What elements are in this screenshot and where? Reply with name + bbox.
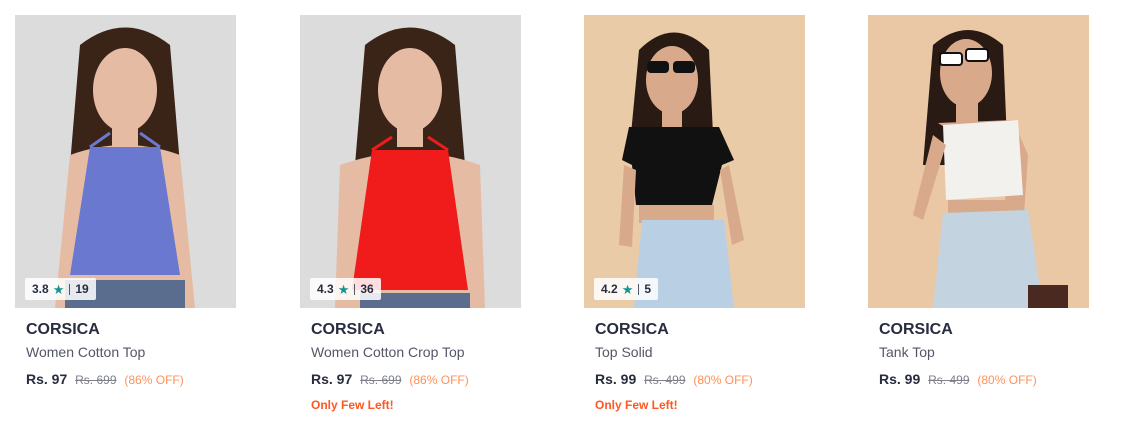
product-photo xyxy=(584,15,805,308)
product-name[interactable]: Women Cotton Crop Top xyxy=(311,343,510,361)
rating-value: 4.2 xyxy=(601,282,618,296)
stock-warning: Only Few Left! xyxy=(311,398,394,412)
discount-label: (80% OFF) xyxy=(693,373,753,387)
product-brand[interactable]: CORSICA xyxy=(879,320,1078,340)
product-photo xyxy=(15,15,236,308)
current-price: Rs. 97 xyxy=(311,371,353,387)
product-card[interactable]: 4.3 ★ 36 CORSICA Women Cotton Crop Top R… xyxy=(300,15,521,413)
original-price: Rs. 699 xyxy=(360,373,402,387)
current-price: Rs. 99 xyxy=(595,371,637,387)
star-icon: ★ xyxy=(52,281,65,297)
current-price: Rs. 97 xyxy=(26,371,68,387)
product-image[interactable]: 3.8 ★ 19 xyxy=(15,15,236,308)
rating-count: 5 xyxy=(644,282,652,296)
product-card[interactable]: 3.8 ★ 19 CORSICA Women Cotton Top Rs. 97… xyxy=(15,15,236,389)
rating-value: 3.8 xyxy=(32,282,49,296)
discount-label: (80% OFF) xyxy=(977,373,1037,387)
original-price: Rs. 699 xyxy=(75,373,117,387)
product-price: Rs. 97 Rs. 699 (86% OFF) xyxy=(311,370,510,389)
product-price: Rs. 97 Rs. 699 (86% OFF) xyxy=(26,370,225,389)
discount-label: (86% OFF) xyxy=(409,373,469,387)
discount-label: (86% OFF) xyxy=(124,373,184,387)
product-info: CORSICA Women Cotton Crop Top Rs. 97 Rs.… xyxy=(300,320,521,413)
original-price: Rs. 499 xyxy=(644,373,686,387)
product-image[interactable]: 4.3 ★ 36 xyxy=(300,15,521,308)
product-price: Rs. 99 Rs. 499 (80% OFF) xyxy=(879,370,1078,389)
product-photo xyxy=(868,15,1089,308)
star-icon: ★ xyxy=(621,281,634,297)
product-photo xyxy=(300,15,521,308)
rating-divider xyxy=(354,283,356,295)
rating-count: 19 xyxy=(75,282,89,296)
product-info: CORSICA Top Solid Rs. 99 Rs. 499 (80% OF… xyxy=(584,320,805,413)
product-info: CORSICA Women Cotton Top Rs. 97 Rs. 699 … xyxy=(15,320,236,389)
rating-value: 4.3 xyxy=(317,282,334,296)
product-card[interactable]: 4.2 ★ 5 CORSICA Top Solid Rs. 99 Rs. 499… xyxy=(584,15,805,413)
product-brand[interactable]: CORSICA xyxy=(595,320,794,340)
star-icon: ★ xyxy=(337,281,350,297)
product-name[interactable]: Top Solid xyxy=(595,343,794,361)
product-image[interactable] xyxy=(868,15,1089,308)
stock-warning: Only Few Left! xyxy=(595,398,678,412)
rating-badge: 4.2 ★ 5 xyxy=(594,278,659,300)
product-image[interactable]: 4.2 ★ 5 xyxy=(584,15,805,308)
product-brand[interactable]: CORSICA xyxy=(311,320,510,340)
rating-divider xyxy=(69,283,71,295)
current-price: Rs. 99 xyxy=(879,371,921,387)
product-brand[interactable]: CORSICA xyxy=(26,320,225,340)
rating-badge: 3.8 ★ 19 xyxy=(25,278,96,300)
rating-badge: 4.3 ★ 36 xyxy=(310,278,381,300)
product-name[interactable]: Tank Top xyxy=(879,343,1078,361)
rating-count: 36 xyxy=(360,282,374,296)
product-info: CORSICA Tank Top Rs. 99 Rs. 499 (80% OFF… xyxy=(868,320,1089,389)
product-card[interactable]: CORSICA Tank Top Rs. 99 Rs. 499 (80% OFF… xyxy=(868,15,1089,389)
product-price: Rs. 99 Rs. 499 (80% OFF) xyxy=(595,370,794,389)
rating-divider xyxy=(638,283,640,295)
original-price: Rs. 499 xyxy=(928,373,970,387)
product-name[interactable]: Women Cotton Top xyxy=(26,343,225,361)
